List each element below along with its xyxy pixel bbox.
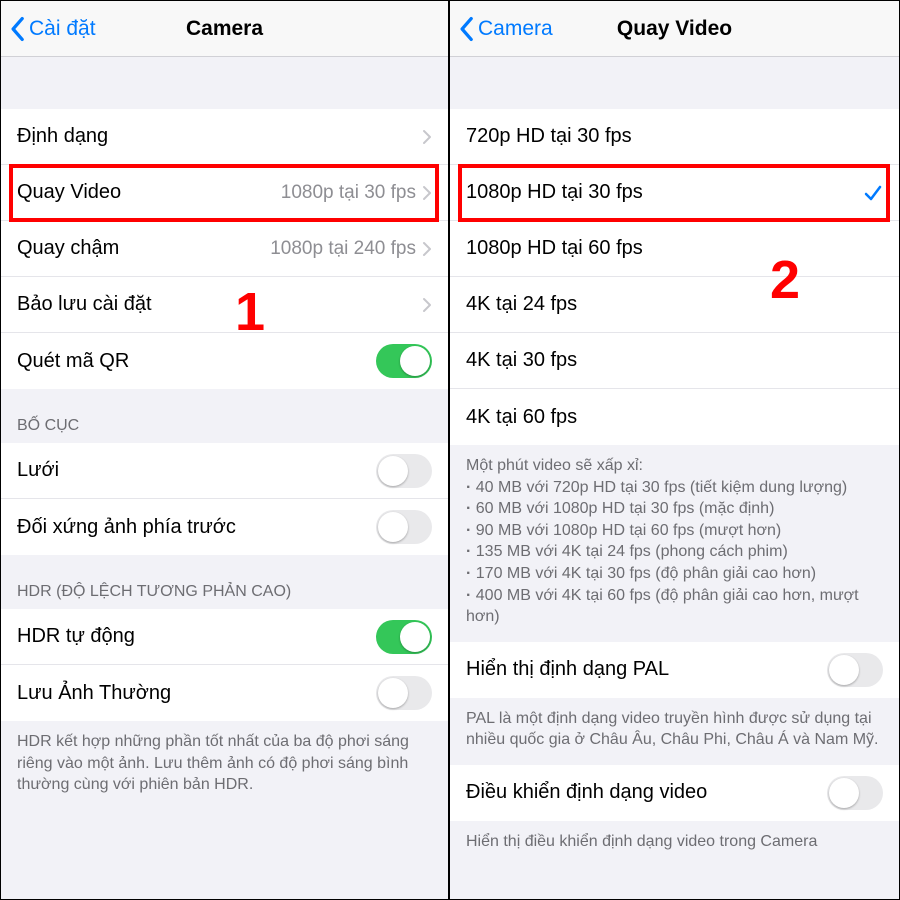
back-button[interactable]: Cài đặt <box>1 16 96 42</box>
toggle-hdr-auto[interactable] <box>376 620 432 654</box>
row-grid: Lưới <box>1 443 448 499</box>
toggle-mirror-front[interactable] <box>376 510 432 544</box>
row-scan-qr: Quét mã QR <box>1 333 448 389</box>
chevron-right-icon <box>422 241 432 257</box>
label: 1080p HD tại 30 fps <box>466 181 863 204</box>
value: 1080p tại 240 fps <box>270 238 416 260</box>
label: HDR tự động <box>17 625 376 648</box>
back-button[interactable]: Camera <box>450 16 553 42</box>
footer-lead: Một phút video sẽ xấp xỉ: <box>466 455 883 477</box>
footer-item: 170 MB với 4K tại 30 fps (độ phân giải c… <box>466 563 883 585</box>
option-4k-30[interactable]: 4K tại 30 fps <box>450 333 899 389</box>
section-header-layout: BỐ CỤC <box>1 389 448 443</box>
record-video-panel: Camera Quay Video 720p HD tại 30 fps 108… <box>450 1 899 899</box>
camera-settings-panel: Cài đặt Camera Định dạng Quay Video 1080… <box>1 1 450 899</box>
row-hdr-auto: HDR tự động <box>1 609 448 665</box>
toggle-show-pal[interactable] <box>827 653 883 687</box>
row-format[interactable]: Định dạng <box>1 109 448 165</box>
label: 1080p HD tại 60 fps <box>466 237 883 260</box>
chevron-right-icon <box>422 129 432 145</box>
pal-footer: PAL là một định dạng video truyền hình đ… <box>450 698 899 765</box>
row-video-format-control: Điều khiển định dạng video <box>450 765 899 821</box>
chevron-left-icon <box>458 16 474 42</box>
option-1080p-30[interactable]: 1080p HD tại 30 fps <box>450 165 899 221</box>
navbar: Camera Quay Video <box>450 1 899 57</box>
section-header-hdr: HDR (ĐỘ LỆCH TƯƠNG PHẢN CAO) <box>1 555 448 609</box>
chevron-left-icon <box>9 16 25 42</box>
label: Bảo lưu cài đặt <box>17 293 422 316</box>
row-show-pal: Hiển thị định dạng PAL <box>450 642 899 698</box>
step-number-2: 2 <box>770 249 800 311</box>
row-record-video[interactable]: Quay Video 1080p tại 30 fps <box>1 165 448 221</box>
option-4k-60[interactable]: 4K tại 60 fps <box>450 389 899 445</box>
toggle-keep-normal[interactable] <box>376 676 432 710</box>
label: 4K tại 24 fps <box>466 293 883 316</box>
footer-item: 40 MB với 720p HD tại 30 fps (tiết kiệm … <box>466 477 883 499</box>
option-4k-24[interactable]: 4K tại 24 fps <box>450 277 899 333</box>
checkmark-icon <box>863 183 883 203</box>
option-720p-30[interactable]: 720p HD tại 30 fps <box>450 109 899 165</box>
footer-item: 135 MB với 4K tại 24 fps (phong cách phi… <box>466 541 883 563</box>
toggle-scan-qr[interactable] <box>376 344 432 378</box>
step-number-1: 1 <box>235 281 265 343</box>
row-preserve-settings[interactable]: Bảo lưu cài đặt <box>1 277 448 333</box>
toggle-video-format-control[interactable] <box>827 776 883 810</box>
label: Quét mã QR <box>17 350 376 373</box>
row-keep-normal: Lưu Ảnh Thường <box>1 665 448 721</box>
chevron-right-icon <box>422 185 432 201</box>
chevron-right-icon <box>422 297 432 313</box>
label: Điều khiển định dạng video <box>466 781 827 804</box>
toggle-grid[interactable] <box>376 454 432 488</box>
value: 1080p tại 30 fps <box>281 182 416 204</box>
option-1080p-60[interactable]: 1080p HD tại 60 fps <box>450 221 899 277</box>
label: 4K tại 30 fps <box>466 349 883 372</box>
size-footer: Một phút video sẽ xấp xỉ: 40 MB với 720p… <box>450 445 899 642</box>
hdr-footer: HDR kết hợp những phần tốt nhất của ba đ… <box>1 721 448 810</box>
back-label: Cài đặt <box>29 17 96 41</box>
navbar: Cài đặt Camera <box>1 1 448 57</box>
row-slomo[interactable]: Quay chậm 1080p tại 240 fps <box>1 221 448 277</box>
footer-item: 400 MB với 4K tại 60 fps (độ phân giải c… <box>466 585 883 628</box>
footer-item: 90 MB với 1080p HD tại 60 fps (mượt hơn) <box>466 520 883 542</box>
label: Hiển thị định dạng PAL <box>466 658 827 681</box>
label: 4K tại 60 fps <box>466 406 883 429</box>
row-mirror-front: Đối xứng ảnh phía trước <box>1 499 448 555</box>
back-label: Camera <box>478 17 553 41</box>
label: Đối xứng ảnh phía trước <box>17 516 376 539</box>
label: Quay Video <box>17 181 281 204</box>
video-ctrl-footer: Hiển thị điều khiển định dạng video tron… <box>450 821 899 857</box>
label: Lưới <box>17 459 376 482</box>
label: 720p HD tại 30 fps <box>466 125 883 148</box>
footer-item: 60 MB với 1080p HD tại 30 fps (mặc định) <box>466 498 883 520</box>
label: Định dạng <box>17 125 422 148</box>
label: Lưu Ảnh Thường <box>17 682 376 705</box>
label: Quay chậm <box>17 237 270 260</box>
